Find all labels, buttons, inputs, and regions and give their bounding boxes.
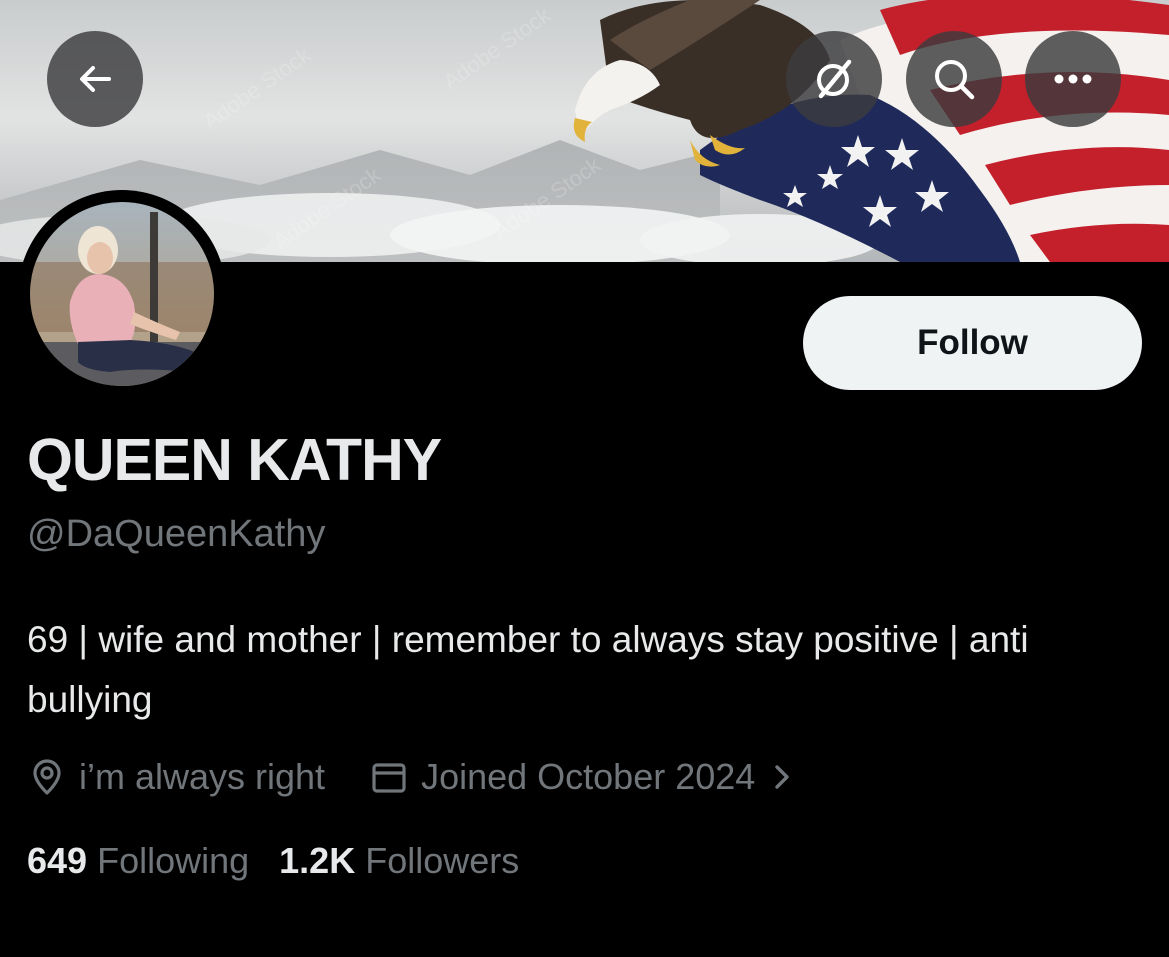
joined-text: Joined October 2024 xyxy=(421,756,756,797)
following-count: 649 xyxy=(27,840,88,881)
follow-stats: 649 Following 1.2K Followers xyxy=(27,840,519,882)
location-pin-icon xyxy=(33,759,61,795)
search-icon xyxy=(935,60,975,100)
joined-item[interactable]: Joined October 2024 xyxy=(369,756,795,798)
location-text: i’m always right xyxy=(79,756,326,797)
follow-button[interactable]: Follow xyxy=(803,296,1142,390)
grok-slash-icon xyxy=(817,59,852,99)
following-label: Following xyxy=(97,840,250,881)
location-item: i’m always right xyxy=(27,756,325,798)
back-button[interactable] xyxy=(47,31,143,127)
chevron-right-icon xyxy=(775,765,789,789)
avatar-image xyxy=(26,198,218,390)
profile-meta: i’m always right Joined October 2024 xyxy=(27,754,795,800)
profile-avatar[interactable] xyxy=(18,190,226,398)
calendar-icon xyxy=(372,763,406,793)
more-horizontal-icon xyxy=(1054,74,1092,84)
arrow-left-icon xyxy=(80,66,111,92)
following-link[interactable]: 649 Following xyxy=(27,840,249,882)
grok-button[interactable] xyxy=(786,31,882,127)
followers-count: 1.2K xyxy=(279,840,356,881)
user-handle: @DaQueenKathy xyxy=(27,513,326,555)
more-button[interactable] xyxy=(1025,31,1121,127)
profile-page: Adobe Stock Adobe Stock Adobe Stock Adob… xyxy=(0,0,1169,957)
search-button[interactable] xyxy=(906,31,1002,127)
followers-label: Followers xyxy=(365,840,520,881)
display-name: QUEEN KATHY xyxy=(27,427,442,493)
followers-link[interactable]: 1.2K Followers xyxy=(279,840,519,882)
avatar-photo xyxy=(30,202,214,386)
profile-bio: 69 | wife and mother | remember to alway… xyxy=(27,619,1029,720)
